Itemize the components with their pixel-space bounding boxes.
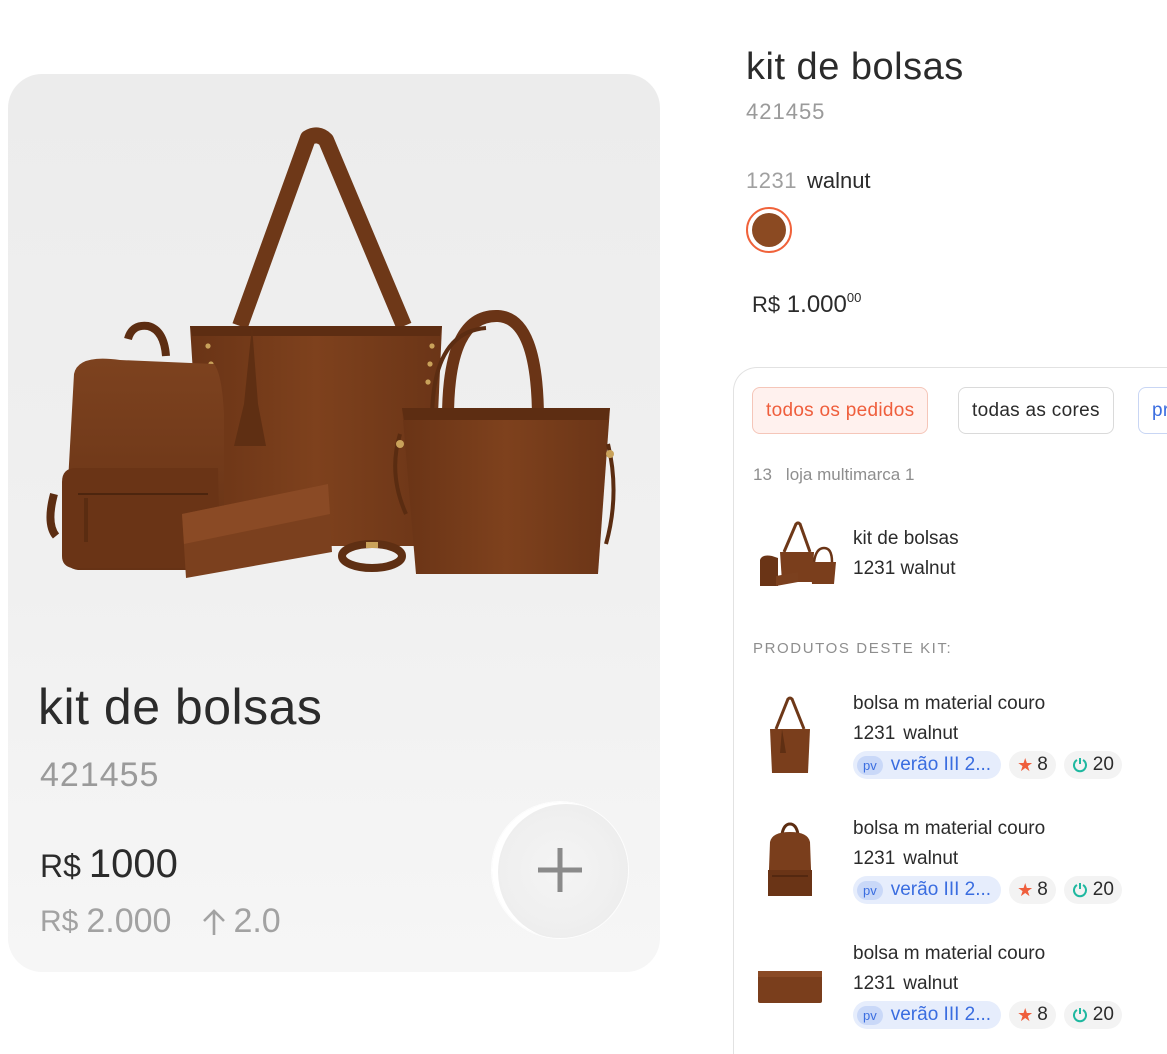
season-tag[interactable]: pv verão III 2... (853, 876, 1002, 904)
orders-panel: todos os pedidos todas as cores pr 13 loj… (733, 367, 1167, 1054)
price-value: 1000 (88, 842, 178, 886)
details-title: kit de bolsas (746, 46, 964, 88)
kit-product-color-code: 1231 (853, 848, 896, 869)
kit-product-color: 1231 walnut (853, 723, 958, 745)
kit-product-color-name: walnut (903, 848, 959, 869)
details-price-cents: 00 (846, 290, 862, 305)
refresh-icon (1072, 758, 1087, 773)
selected-color: 1231 walnut (746, 168, 871, 194)
rating-value: 8 (1037, 1004, 1048, 1025)
kit-products-label: PRODUTOS DESTE KIT: (753, 640, 953, 657)
product-original-price: R$ 2.000 2.0 (40, 902, 281, 941)
stock-tag: 20 (1063, 1001, 1122, 1029)
stock-value: 20 (1092, 754, 1114, 775)
season-name: verão III 2... (890, 754, 992, 775)
kit-product-color-name: walnut (903, 723, 959, 744)
add-button[interactable] (492, 802, 628, 938)
season-badge: pv (857, 1005, 883, 1025)
season-badge: pv (857, 755, 883, 775)
product-image (46, 127, 616, 578)
filter-all-orders[interactable]: todos os pedidos (752, 387, 929, 434)
kit-product-item[interactable]: bolsa m material couro 1231 walnut pv verã… (734, 943, 1167, 1053)
kit-product-color: 1231 walnut (853, 848, 958, 870)
stock-value: 20 (1092, 879, 1114, 900)
star-icon: ★ (1017, 1004, 1034, 1025)
kit-product-color: 1231 walnut (853, 973, 958, 995)
details-price-currency: R$ (752, 292, 781, 317)
product-thumbnail-backpack (756, 818, 824, 902)
kit-product-name: bolsa m material couro (853, 943, 1046, 964)
store-number: 13 (753, 465, 772, 484)
stock-tag: 20 (1063, 751, 1122, 779)
store-name: loja multimarca 1 (785, 465, 915, 484)
details-price: R$ 1.00000 (752, 290, 861, 319)
product-price: R$ 1000 (40, 842, 178, 887)
swatch-fill (752, 213, 786, 247)
markup-value: 2.0 (233, 902, 281, 940)
rating-value: 8 (1037, 879, 1048, 900)
product-title: kit de bolsas (38, 679, 323, 735)
star-icon: ★ (1017, 879, 1034, 900)
arrow-up-icon (203, 908, 226, 935)
order-thumbnail (760, 521, 836, 586)
kit-product-name: bolsa m material couro (853, 693, 1046, 714)
rating-tag: ★ 8 (1009, 876, 1056, 904)
stock-value: 20 (1092, 1004, 1114, 1025)
filter-all-colors[interactable]: todas as cores (958, 387, 1114, 434)
season-name: verão III 2... (890, 879, 992, 900)
kit-product-color-name: walnut (903, 973, 959, 994)
season-tag[interactable]: pv verão III 2... (853, 1001, 1002, 1029)
kit-product-color-code: 1231 (853, 723, 896, 744)
original-price-value: 2.000 (86, 902, 172, 940)
price-currency: R$ (40, 848, 81, 884)
kit-product-tags: pv verão III 2... ★ 8 20 (853, 876, 1122, 904)
kit-product-color-code: 1231 (853, 973, 896, 994)
order-product-color: 1231 walnut (853, 558, 956, 579)
color-swatch-walnut[interactable] (746, 207, 792, 253)
season-badge: pv (857, 880, 883, 900)
season-name: verão III 2... (890, 1004, 992, 1025)
plus-icon (538, 848, 582, 892)
product-thumbnail-wallet (756, 943, 824, 1027)
color-name: walnut (806, 168, 871, 193)
original-price-currency: R$ (40, 904, 79, 938)
kit-product-item[interactable]: bolsa m material couro 1231 walnut pv verã… (734, 818, 1167, 928)
product-code: 421455 (40, 756, 160, 794)
kit-product-item[interactable]: bolsa m material couro 1231 walnut pv verã… (734, 693, 1167, 803)
markup: 2.0 (201, 902, 281, 941)
product-card[interactable]: kit de bolsas 421455 R$ 1000 R$ 2.000 2.0 (8, 74, 660, 972)
color-code: 1231 (746, 168, 797, 193)
rating-tag: ★ 8 (1009, 1001, 1056, 1029)
season-tag[interactable]: pv verão III 2... (853, 751, 1002, 779)
store-info: 13 loja multimarca 1 (753, 465, 914, 485)
star-icon: ★ (1017, 754, 1034, 775)
details-code: 421455 (746, 99, 826, 124)
product-thumbnail-tote (756, 693, 824, 777)
kit-product-tags: pv verão III 2... ★ 8 20 (853, 751, 1122, 779)
filter-products[interactable]: pr (1138, 387, 1167, 434)
rating-value: 8 (1037, 754, 1048, 775)
kit-product-tags: pv verão III 2... ★ 8 20 (853, 1001, 1122, 1029)
refresh-icon (1072, 1008, 1087, 1023)
details-price-value: 1.000 (786, 291, 847, 318)
order-product-name: kit de bolsas (853, 528, 959, 549)
rating-tag: ★ 8 (1009, 751, 1056, 779)
stock-tag: 20 (1063, 876, 1122, 904)
kit-product-name: bolsa m material couro (853, 818, 1046, 839)
refresh-icon (1072, 883, 1087, 898)
